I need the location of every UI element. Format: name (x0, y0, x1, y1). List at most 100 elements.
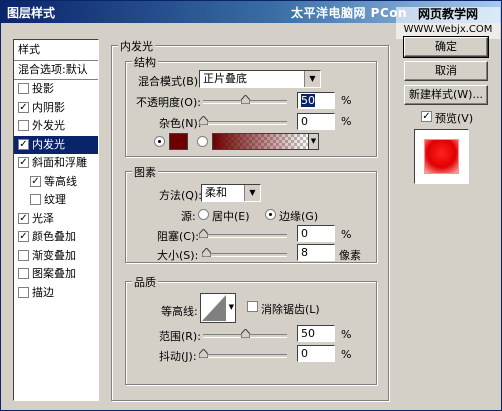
quality-title: 品质 (132, 274, 158, 290)
blend-mode-select[interactable]: 正片叠底 ▼ (199, 70, 321, 88)
choke-label: 阻塞(C): (157, 230, 199, 243)
style-preview (414, 129, 469, 184)
preview-label: 预览(V) (435, 112, 474, 125)
blend-mode-label: 混合模式(B): (138, 75, 202, 88)
method-label: 方法(Q): (159, 189, 202, 202)
style-item-checkbox[interactable] (18, 286, 29, 298)
antialias-checkbox[interactable] (247, 301, 258, 312)
jitter-slider[interactable] (203, 354, 287, 358)
style-item-label: 等高线 (44, 174, 77, 188)
style-item-checkbox[interactable]: ✓ (18, 231, 29, 242)
color-mode-radio[interactable] (154, 136, 165, 147)
cancel-button[interactable]: 取消 (404, 61, 488, 81)
chevron-down-icon: ▼ (244, 185, 260, 201)
chevron-down-icon: ▼ (228, 303, 234, 311)
watermark-badge-line2: WWW.Webjx.COM (403, 24, 493, 35)
contour-picker[interactable]: ▼ (200, 293, 236, 323)
jitter-value: 0 (301, 347, 308, 360)
style-item[interactable]: ✓ 光泽 (14, 210, 98, 229)
range-slider-thumb[interactable] (240, 329, 250, 338)
source-center-label: 居中(E) (212, 210, 250, 223)
opacity-input[interactable]: 50 (297, 92, 335, 109)
method-value: 柔和 (205, 186, 227, 199)
style-item[interactable]: ✓ 颜色叠加 (14, 228, 98, 247)
noise-slider-thumb[interactable] (198, 116, 208, 125)
jitter-input[interactable]: 0 (297, 345, 335, 362)
style-item-checkbox[interactable] (30, 194, 41, 205)
jitter-unit: % (341, 348, 352, 361)
choke-slider[interactable] (203, 234, 287, 238)
style-item-label: 渐变叠加 (32, 248, 76, 262)
new-style-button[interactable]: 新建样式(W)... (404, 85, 488, 105)
noise-input[interactable]: 0 (297, 113, 335, 130)
range-label: 范围(R): (159, 330, 201, 343)
size-slider-thumb[interactable] (201, 248, 211, 257)
style-item-label: 图案叠加 (32, 267, 76, 280)
style-item-checkbox[interactable]: ✓ (18, 101, 29, 113)
source-edge-radio[interactable] (265, 209, 276, 220)
choke-slider-thumb[interactable] (198, 229, 208, 238)
size-slider[interactable] (203, 253, 287, 257)
style-item-label: 纹理 (44, 193, 66, 206)
size-value: 8 (301, 246, 308, 259)
choke-unit: % (341, 228, 352, 241)
ok-button[interactable]: 确定 (403, 36, 489, 58)
glow-color-swatch[interactable] (169, 133, 188, 150)
watermark-text: 太平洋电脑网 PCon (291, 6, 408, 20)
style-item[interactable]: ✓ 内阴影 (14, 99, 98, 118)
blend-mode-value: 正片叠底 (203, 72, 247, 85)
style-item[interactable]: 渐变叠加 (14, 247, 98, 266)
style-item[interactable]: 投影 (14, 80, 98, 99)
choke-input[interactable]: 0 (297, 225, 335, 242)
style-item-checkbox[interactable]: ✓ (18, 138, 29, 150)
style-item[interactable]: ✓ 斜面和浮雕 (14, 154, 98, 173)
styles-header[interactable]: 样式 (14, 40, 98, 61)
chevron-down-icon: ▼ (304, 71, 320, 87)
style-item-checkbox[interactable]: ✓ (18, 212, 29, 224)
choke-value: 0 (301, 227, 308, 240)
style-item-checkbox[interactable] (18, 268, 29, 279)
style-item-checkbox[interactable] (18, 120, 29, 131)
noise-slider[interactable] (203, 121, 287, 125)
blend-options-item[interactable]: 混合选项:默认 (14, 61, 98, 80)
size-label: 大小(S): (157, 249, 199, 262)
glow-gradient-swatch[interactable] (212, 133, 309, 150)
layer-style-dialog: 图层样式 太平洋电脑网 PCon 网页教学网 WWW.Webjx.COM 样式 … (0, 0, 502, 411)
opacity-label: 不透明度(O): (136, 96, 201, 109)
range-value: 50 (301, 327, 315, 340)
style-item[interactable]: ✓ 等高线 (14, 173, 98, 192)
jitter-slider-thumb[interactable] (198, 349, 208, 358)
style-item-checkbox[interactable]: ✓ (18, 157, 29, 168)
style-item-checkbox[interactable] (18, 83, 29, 94)
style-item[interactable]: 纹理 (14, 191, 98, 210)
gradient-mode-radio[interactable] (197, 136, 208, 147)
style-item-label: 投影 (32, 82, 54, 95)
watermark-badge: 网页教学网 WWW.Webjx.COM (396, 7, 500, 39)
style-item-checkbox[interactable]: ✓ (30, 175, 41, 187)
styles-list: 样式 混合选项:默认 投影 ✓ 内阴影 外发光 ✓ 内发光 ✓ 斜面和浮雕 ✓ 等高线 纹理 ✓ 光泽 ✓… (13, 39, 99, 401)
dialog-title: 图层样式 (7, 6, 56, 20)
preview-swatch (425, 140, 458, 173)
range-input[interactable]: 50 (297, 325, 335, 342)
opacity-slider-thumb[interactable] (240, 95, 250, 104)
style-item-label: 描边 (32, 285, 54, 299)
antialias-label: 消除锯齿(L) (261, 303, 320, 316)
style-item-label: 内发光 (32, 137, 65, 151)
size-input[interactable]: 8 (297, 244, 335, 261)
preview-checkbox[interactable]: ✓ (421, 111, 432, 122)
style-item-checkbox[interactable] (18, 249, 29, 261)
style-item[interactable]: ✓ 内发光 (14, 135, 98, 154)
opacity-value: 50 (301, 94, 315, 107)
style-item[interactable]: 图案叠加 (14, 265, 98, 284)
opacity-unit: % (341, 94, 352, 107)
range-unit: % (341, 328, 352, 341)
jitter-label: 抖动(J): (159, 350, 197, 363)
gradient-dropdown-arrow[interactable]: ▼ (308, 133, 319, 150)
method-select[interactable]: 柔和 ▼ (201, 184, 261, 202)
source-label: 源: (181, 210, 196, 223)
style-item-label: 内阴影 (32, 100, 65, 114)
style-item[interactable]: 外发光 (14, 117, 98, 136)
style-item[interactable]: 描边 (14, 284, 98, 303)
source-edge-label: 边缘(G) (279, 210, 319, 223)
source-center-radio[interactable] (198, 209, 209, 220)
